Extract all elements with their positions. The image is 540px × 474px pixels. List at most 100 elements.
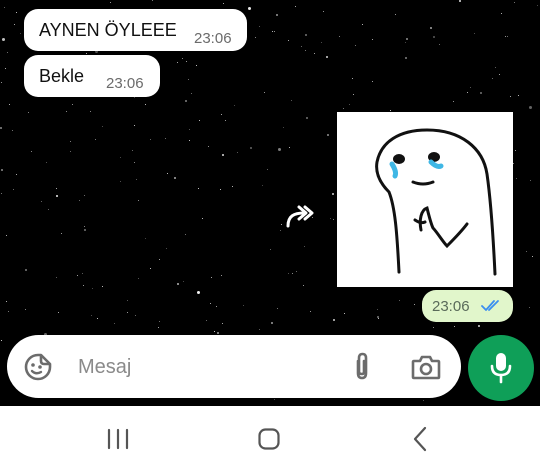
star-dot — [222, 323, 223, 324]
star-dot — [56, 277, 57, 278]
message-composer — [7, 335, 461, 398]
star-dot — [303, 285, 304, 286]
star-dot — [377, 309, 378, 310]
star-dot — [339, 36, 340, 37]
star-dot — [152, 0, 153, 1]
star-dot — [135, 315, 136, 316]
star-dot — [185, 234, 186, 235]
recent-apps-icon[interactable] — [106, 428, 130, 455]
star-dot — [7, 52, 8, 53]
incoming-message[interactable]: AYNEN ÖYLEEE 23:06 — [24, 9, 247, 51]
star-dot — [114, 323, 115, 324]
star-dot — [467, 92, 468, 93]
star-dot — [433, 327, 434, 328]
star-dot — [127, 312, 128, 313]
star-dot — [234, 105, 235, 106]
star-dot — [516, 178, 517, 179]
sticker-emoji-icon[interactable] — [23, 352, 53, 387]
incoming-message[interactable]: Bekle 23:06 — [24, 55, 160, 97]
star-dot — [1, 340, 2, 341]
star-dot — [138, 200, 139, 201]
star-dot — [529, 106, 532, 109]
star-dot — [283, 127, 284, 128]
star-dot — [454, 326, 455, 327]
star-dot — [12, 130, 13, 131]
voice-message-button[interactable] — [468, 335, 534, 401]
outgoing-message-meta[interactable]: 23:06 — [422, 290, 513, 322]
star-dot — [174, 177, 176, 179]
star-dot — [278, 148, 281, 151]
star-dot — [166, 248, 167, 249]
star-dot — [9, 104, 10, 105]
star-dot — [150, 139, 151, 140]
star-dot — [182, 58, 183, 59]
star-dot — [196, 65, 197, 66]
message-time: 23:06 — [194, 30, 232, 47]
star-dot — [326, 56, 328, 58]
star-dot — [138, 278, 139, 279]
star-dot — [72, 104, 73, 105]
star-dot — [270, 249, 271, 250]
star-dot — [355, 45, 356, 46]
star-dot — [327, 134, 329, 136]
star-dot — [267, 169, 268, 170]
star-dot — [25, 269, 27, 271]
star-dot — [515, 150, 516, 151]
forward-icon[interactable] — [284, 202, 318, 230]
star-dot — [214, 331, 215, 332]
camera-icon[interactable] — [411, 354, 441, 385]
star-dot — [221, 275, 222, 276]
star-dot — [189, 129, 190, 130]
star-dot — [210, 303, 211, 304]
paperclip-icon[interactable] — [351, 352, 373, 387]
star-dot — [330, 218, 331, 219]
star-dot — [185, 100, 187, 102]
home-icon[interactable] — [257, 427, 281, 456]
star-dot — [48, 209, 49, 210]
star-dot — [237, 152, 238, 153]
star-dot — [423, 400, 424, 401]
star-dot — [323, 11, 324, 12]
star-dot — [198, 188, 199, 189]
star-dot — [306, 117, 308, 119]
star-dot — [492, 78, 493, 79]
star-dot — [292, 273, 293, 274]
star-dot — [518, 95, 519, 96]
star-dot — [439, 44, 440, 45]
star-dot — [206, 320, 207, 321]
star-dot — [289, 147, 290, 148]
star-dot — [16, 174, 17, 175]
star-dot — [470, 87, 471, 88]
star-dot — [120, 181, 121, 182]
star-dot — [288, 273, 289, 274]
star-dot — [8, 311, 9, 312]
star-dot — [514, 2, 515, 3]
star-dot — [1, 193, 2, 194]
back-icon[interactable] — [410, 426, 430, 457]
sticker-image[interactable] — [337, 112, 513, 287]
star-dot — [5, 68, 6, 69]
star-dot — [31, 151, 32, 152]
star-dot — [281, 224, 282, 225]
star-dot — [305, 34, 307, 36]
star-dot — [82, 273, 83, 274]
message-input[interactable] — [76, 349, 330, 385]
star-dot — [271, 322, 273, 324]
star-dot — [232, 186, 233, 187]
star-dot — [221, 114, 222, 115]
star-dot — [406, 38, 408, 40]
star-dot — [77, 275, 78, 276]
star-dot — [6, 301, 7, 302]
star-dot — [127, 300, 128, 301]
star-dot — [372, 39, 373, 40]
star-dot — [136, 179, 137, 180]
star-dot — [333, 219, 334, 220]
star-dot — [537, 5, 538, 6]
star-dot — [526, 251, 527, 252]
star-dot — [248, 7, 251, 10]
star-dot — [167, 173, 168, 174]
star-dot — [91, 315, 92, 316]
star-dot — [301, 46, 302, 47]
star-dot — [0, 127, 2, 129]
star-dot — [344, 313, 345, 314]
